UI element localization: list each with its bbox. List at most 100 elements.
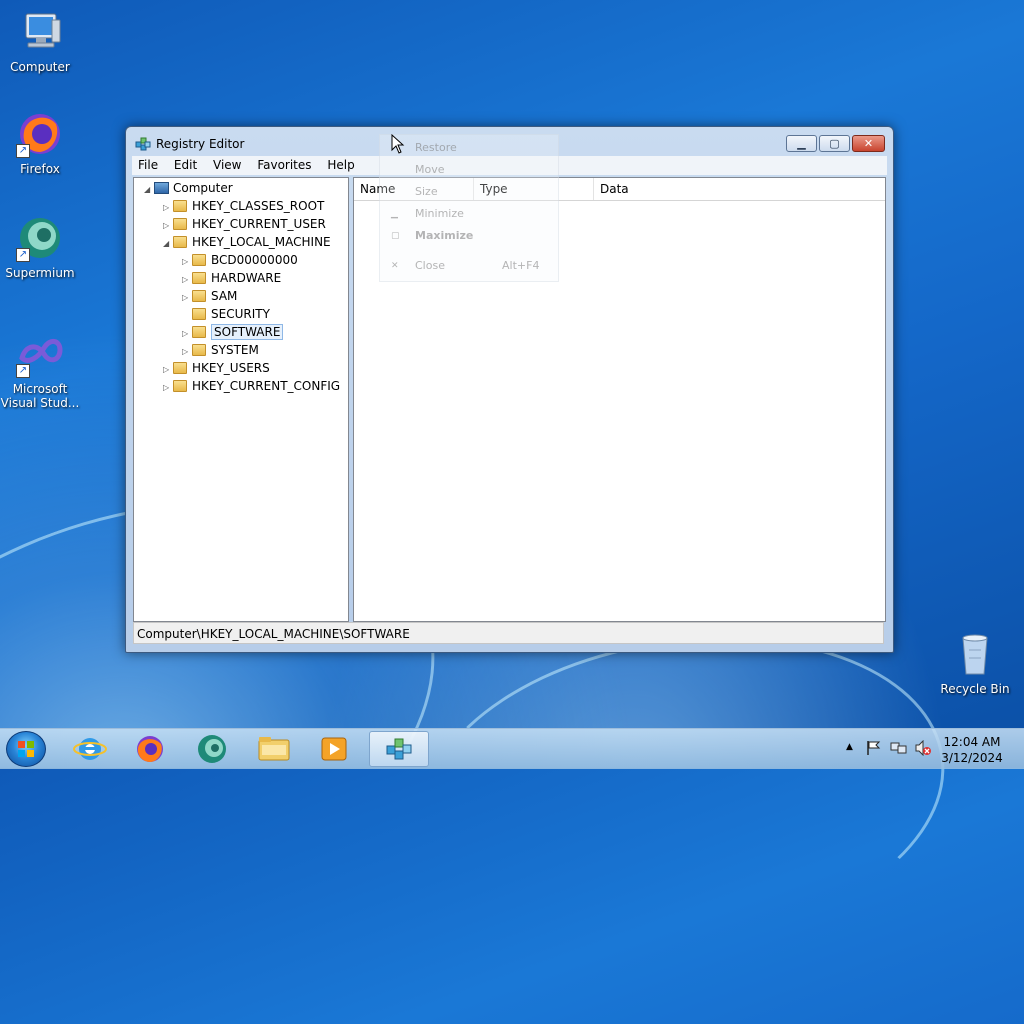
tree-item-computer[interactable]: ◢ Computer [144,179,233,197]
tray-show-hidden-icons[interactable]: ▲ [846,742,853,782]
volume-muted-icon[interactable] [914,739,932,780]
taskbar-media-player[interactable] [306,731,362,767]
tree-item-label: HARDWARE [211,271,282,285]
registry-tree[interactable]: ◢ Computer ▷ HKEY_CLASSES_ROOT ▷ HKEY_CURRE… [133,177,349,622]
column-header-data[interactable]: Data [594,178,885,200]
shortcut-arrow-icon: ↗ [16,364,30,378]
maximize-button[interactable]: ▢ [819,135,850,152]
folder-icon [192,326,206,338]
wallpaper-swoosh [401,604,965,982]
system-menu: Restore Move Size ▁ Minimize ▢ Maximize … [379,134,559,282]
computer-icon [16,8,64,56]
menu-view[interactable]: View [207,156,247,172]
minimize-glyph-icon: ▁ [391,209,398,219]
shortcut-arrow-icon: ↗ [16,144,30,158]
system-menu-size[interactable]: Size [415,185,438,198]
taskbar-firefox[interactable] [122,731,178,767]
folder-icon [192,290,206,302]
tree-item[interactable]: ▷ HKEY_CURRENT_CONFIG [163,377,340,395]
clock-date: 3/12/2024 [941,751,1003,765]
taskbar: ▲ 12:04 AM 3/12/2024 [0,728,1024,769]
minimize-button[interactable]: ▁ [786,135,817,152]
taskbar-internet-explorer[interactable] [62,731,118,767]
supermium-icon: ↗ [16,214,64,262]
desktop-icon-label: Computer [10,60,70,74]
system-menu-maximize[interactable]: Maximize [415,229,473,242]
folder-icon [192,308,206,320]
desktop-icon-recycle-bin[interactable]: Recycle Bin [935,630,1015,696]
tree-item-label: SYSTEM [211,343,259,357]
tree-item-label: HKEY_LOCAL_MACHINE [192,235,331,249]
folder-icon [173,200,187,212]
desktop-icon-computer[interactable]: Computer [0,8,80,74]
expand-arrow-icon[interactable]: ▷ [163,379,173,397]
folder-icon [192,272,206,284]
network-icon[interactable] [890,740,908,780]
clock[interactable]: 12:04 AM 3/12/2024 [936,734,1008,766]
tree-item[interactable]: ▷ SYSTEM [182,341,259,359]
desktop-icon-visual-studio[interactable]: ↗ Microsoft Visual Stud... [0,330,80,410]
shortcut-arrow-icon: ↗ [16,248,30,262]
tree-item-label: HKEY_CLASSES_ROOT [192,199,325,213]
taskbar-file-explorer[interactable] [246,731,302,767]
tree-item[interactable]: ▷ BCD00000000 [182,251,298,269]
tree-item[interactable]: ▷ SAM [182,287,237,305]
close-button[interactable]: ✕ [852,135,885,152]
taskbar-supermium[interactable] [184,731,240,767]
computer-icon [154,182,169,194]
mouse-cursor-icon [391,133,407,154]
system-menu-close-shortcut: Alt+F4 [502,259,540,272]
folder-icon [258,737,290,761]
registry-editor-icon [135,136,151,152]
menu-file[interactable]: File [132,156,164,172]
window-title: Registry Editor [156,137,245,151]
system-menu-move[interactable]: Move [415,163,445,176]
status-bar: Computer\HKEY_LOCAL_MACHINE\SOFTWARE [133,622,884,644]
menu-edit[interactable]: Edit [168,156,203,172]
clock-time: 12:04 AM [943,735,1001,749]
system-menu-restore[interactable]: Restore [415,141,457,154]
internet-explorer-icon [73,738,107,760]
collapse-arrow-icon[interactable]: ◢ [144,181,154,199]
menu-help[interactable]: Help [321,156,360,172]
desktop-icon-label: Firefox [20,162,60,176]
folder-icon [192,344,206,356]
tree-item-selected[interactable]: ▷ SOFTWARE [182,323,284,341]
start-button[interactable] [6,731,46,767]
action-center-flag-icon[interactable] [866,740,882,780]
windows-logo-icon [18,741,34,757]
tree-item-label: HKEY_USERS [192,361,270,375]
desktop-icon-label: Recycle Bin [940,682,1010,696]
tree-item[interactable]: ▷ HARDWARE [182,269,281,287]
collapse-arrow-icon[interactable]: ◢ [163,235,173,253]
desktop-icon-label: Supermium [5,266,75,280]
taskbar-registry-editor[interactable] [369,731,429,767]
tree-item[interactable]: ▷ HKEY_CLASSES_ROOT [163,197,324,215]
folder-icon [192,254,206,266]
tree-item-label: SAM [211,289,238,303]
recycle-bin-icon [951,630,999,678]
menu-favorites[interactable]: Favorites [251,156,317,172]
folder-icon [173,218,187,230]
registry-editor-icon [386,738,412,760]
tree-item[interactable]: ◢ HKEY_LOCAL_MACHINE [163,233,331,251]
tree-item-label: HKEY_CURRENT_CONFIG [192,379,341,393]
tree-item-label: BCD00000000 [211,253,298,267]
tree-item[interactable]: SECURITY [182,305,270,323]
system-menu-close[interactable]: Close [415,259,445,272]
tree-item-label: HKEY_CURRENT_USER [192,217,326,231]
folder-icon [173,380,187,392]
desktop-icon-supermium[interactable]: ↗ Supermium [0,214,80,280]
folder-open-icon [173,236,187,248]
visual-studio-icon: ↗ [16,330,64,378]
desktop-icon-firefox[interactable]: ↗ Firefox [0,110,80,176]
firefox-icon [137,736,163,762]
tree-item-label: SOFTWARE [211,324,284,340]
tree-item[interactable]: ▷ HKEY_CURRENT_USER [163,215,326,233]
tree-item[interactable]: ▷ HKEY_USERS [163,359,270,377]
media-player-icon [321,737,347,761]
tree-item-label: Computer [173,181,233,195]
supermium-icon [198,735,226,763]
tree-item-label: SECURITY [211,307,270,321]
system-menu-minimize[interactable]: Minimize [415,207,464,220]
